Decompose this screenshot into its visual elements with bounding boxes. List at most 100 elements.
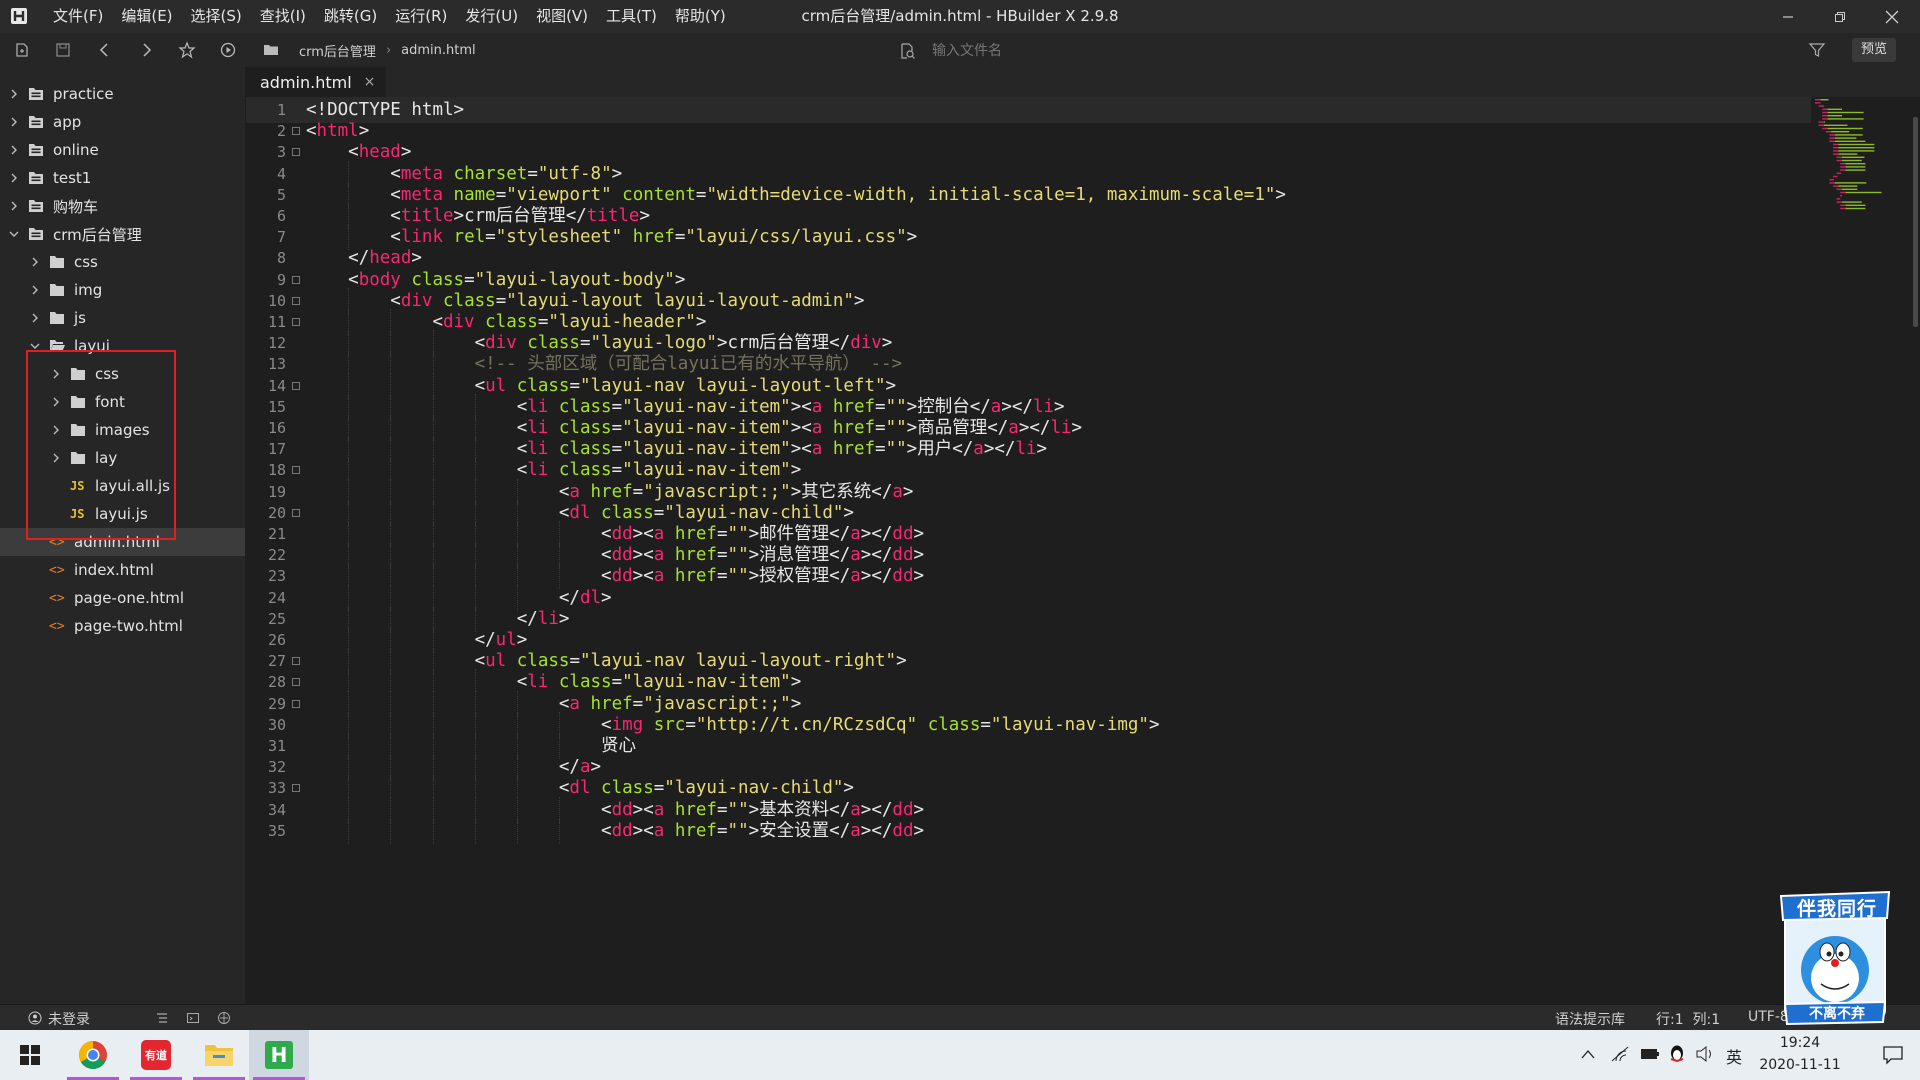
- minimap[interactable]: [1811, 97, 1911, 1004]
- tree-item-js-8[interactable]: js: [0, 304, 245, 332]
- show-hidden-icons-chevron-icon[interactable]: [1580, 1048, 1596, 1060]
- action-center-button[interactable]: [1868, 1030, 1918, 1080]
- fold-toggle-icon[interactable]: [292, 275, 300, 284]
- breadcrumb-file[interactable]: admin.html: [401, 43, 475, 58]
- preview-button[interactable]: 预览: [1852, 38, 1896, 62]
- fold-toggle-icon[interactable]: [292, 318, 300, 326]
- minimap-line: [1829, 182, 1835, 184]
- input-method-indicator[interactable]: 英: [1726, 1044, 1742, 1068]
- minimap-line: [1824, 121, 1825, 123]
- minimap-line: [1831, 131, 1850, 133]
- fold-toggle-icon[interactable]: [292, 508, 300, 517]
- minimap-line: [1833, 175, 1838, 178]
- qq-penguin-icon[interactable]: [1668, 1044, 1686, 1064]
- tree-item-page-two-html-19[interactable]: <> page-two.html: [0, 612, 245, 640]
- menu-item-6[interactable]: 发行(U): [456, 0, 527, 33]
- console-icon[interactable]: [186, 1011, 200, 1025]
- clock-time[interactable]: 19:24: [1745, 1035, 1855, 1051]
- minimap-line: [1827, 108, 1842, 110]
- chevron-right-icon[interactable]: [29, 256, 41, 268]
- fold-toggle-icon[interactable]: [292, 699, 300, 708]
- code-editor[interactable]: 1 <!DOCTYPE html> 2 <html> 3 <head> 4 <meta c…: [246, 97, 1811, 1004]
- syntax-library-button[interactable]: 语法提示库: [1555, 1009, 1625, 1029]
- tab-label: admin.html: [260, 72, 352, 92]
- code-line[interactable]: 35 <dd><a href="">安全设置</a></dd>: [246, 817, 1811, 844]
- cursor-position[interactable]: 行:1 列:1: [1656, 1009, 1720, 1029]
- menu-item-1[interactable]: 编辑(E): [112, 0, 181, 33]
- taskbar-youdao[interactable]: 有道: [126, 1030, 186, 1080]
- menu-item-8[interactable]: 工具(T): [597, 0, 666, 33]
- user-icon: [28, 1011, 42, 1025]
- tab-close-icon[interactable]: ×: [364, 74, 376, 90]
- tree-item-img-7[interactable]: img: [0, 276, 245, 304]
- favorite-star-icon[interactable]: [178, 41, 196, 59]
- minimize-button[interactable]: [1765, 0, 1811, 33]
- tree-item-practice-0[interactable]: practice: [0, 80, 245, 108]
- login-status[interactable]: 未登录: [48, 1009, 90, 1029]
- fold-toggle-icon[interactable]: [292, 657, 300, 666]
- menu-item-5[interactable]: 运行(R): [386, 0, 456, 33]
- menu-item-7[interactable]: 视图(V): [527, 0, 597, 33]
- tree-item-app-1[interactable]: app: [0, 108, 245, 136]
- battery-icon[interactable]: [1640, 1046, 1660, 1062]
- vertical-scrollbar[interactable]: [1911, 97, 1920, 1004]
- fold-toggle-icon[interactable]: [292, 784, 300, 793]
- start-button[interactable]: [0, 1030, 60, 1080]
- editor-tab-bar: [246, 67, 1920, 97]
- taskbar-file-explorer[interactable]: [189, 1030, 249, 1080]
- fold-toggle-icon[interactable]: [292, 678, 300, 687]
- close-window-button[interactable]: [1869, 0, 1915, 33]
- tree-item-label: 购物车: [53, 197, 99, 216]
- back-icon[interactable]: [96, 41, 114, 59]
- tree-item-label: css: [74, 253, 98, 271]
- menu-item-9[interactable]: 帮助(Y): [666, 0, 735, 33]
- minimap-line: [1840, 191, 1846, 194]
- menu-item-2[interactable]: 选择(S): [182, 0, 251, 33]
- scrollbar-thumb[interactable]: [1913, 117, 1918, 327]
- plugin-icon[interactable]: [217, 1011, 231, 1025]
- network-icon[interactable]: [1610, 1045, 1630, 1063]
- outline-icon[interactable]: [155, 1011, 169, 1025]
- clock-date[interactable]: 2020-11-11: [1745, 1057, 1855, 1073]
- chevron-right-icon[interactable]: [8, 88, 20, 100]
- breadcrumb-project[interactable]: crm后台管理: [299, 41, 376, 60]
- fold-toggle-icon[interactable]: [292, 127, 300, 136]
- project-icon: [29, 116, 43, 128]
- tree-item-index-html-17[interactable]: <> index.html: [0, 556, 245, 584]
- save-icon[interactable]: [54, 41, 72, 59]
- chevron-right-icon[interactable]: [8, 116, 20, 128]
- chevron-right-icon[interactable]: [8, 200, 20, 212]
- taskbar-chrome[interactable]: [63, 1030, 123, 1080]
- tab-admin-html[interactable]: admin.html ×: [246, 67, 386, 97]
- tree-item-crm-5[interactable]: crm后台管理: [0, 220, 245, 248]
- tree-item--4[interactable]: 购物车: [0, 192, 245, 220]
- menu-item-4[interactable]: 跳转(G): [315, 0, 386, 33]
- run-icon[interactable]: [219, 41, 237, 59]
- chevron-right-icon[interactable]: [8, 172, 20, 184]
- chevron-right-icon[interactable]: [29, 312, 41, 324]
- volume-icon[interactable]: [1695, 1045, 1715, 1063]
- minimap-line: [1836, 188, 1842, 190]
- tree-item-page-one-html-18[interactable]: <> page-one.html: [0, 584, 245, 612]
- fold-toggle-icon[interactable]: [292, 148, 300, 157]
- forward-icon[interactable]: [137, 41, 155, 59]
- tree-item-test1-3[interactable]: test1: [0, 164, 245, 192]
- new-file-icon[interactable]: [13, 41, 31, 59]
- filter-icon[interactable]: [1808, 41, 1826, 59]
- file-explorer-icon: [205, 1045, 233, 1066]
- file-search-input[interactable]: [930, 40, 1654, 62]
- doraemon-sticker[interactable]: 伴我同行 不离不弃: [1775, 888, 1895, 1028]
- maximize-button[interactable]: [1817, 0, 1863, 33]
- fold-toggle-icon[interactable]: [292, 381, 300, 390]
- taskbar-hbuilderx[interactable]: H: [249, 1030, 309, 1080]
- menu-item-0[interactable]: 文件(F): [44, 0, 112, 33]
- line-number: 35: [267, 821, 286, 840]
- chevron-right-icon[interactable]: [8, 144, 20, 156]
- menu-item-3[interactable]: 查找(I): [251, 0, 315, 33]
- fold-toggle-icon[interactable]: [292, 466, 300, 475]
- chevron-down-icon[interactable]: [8, 228, 20, 240]
- tree-item-online-2[interactable]: online: [0, 136, 245, 164]
- fold-toggle-icon[interactable]: [292, 296, 300, 305]
- chevron-right-icon[interactable]: [29, 284, 41, 296]
- tree-item-css-6[interactable]: css: [0, 248, 245, 276]
